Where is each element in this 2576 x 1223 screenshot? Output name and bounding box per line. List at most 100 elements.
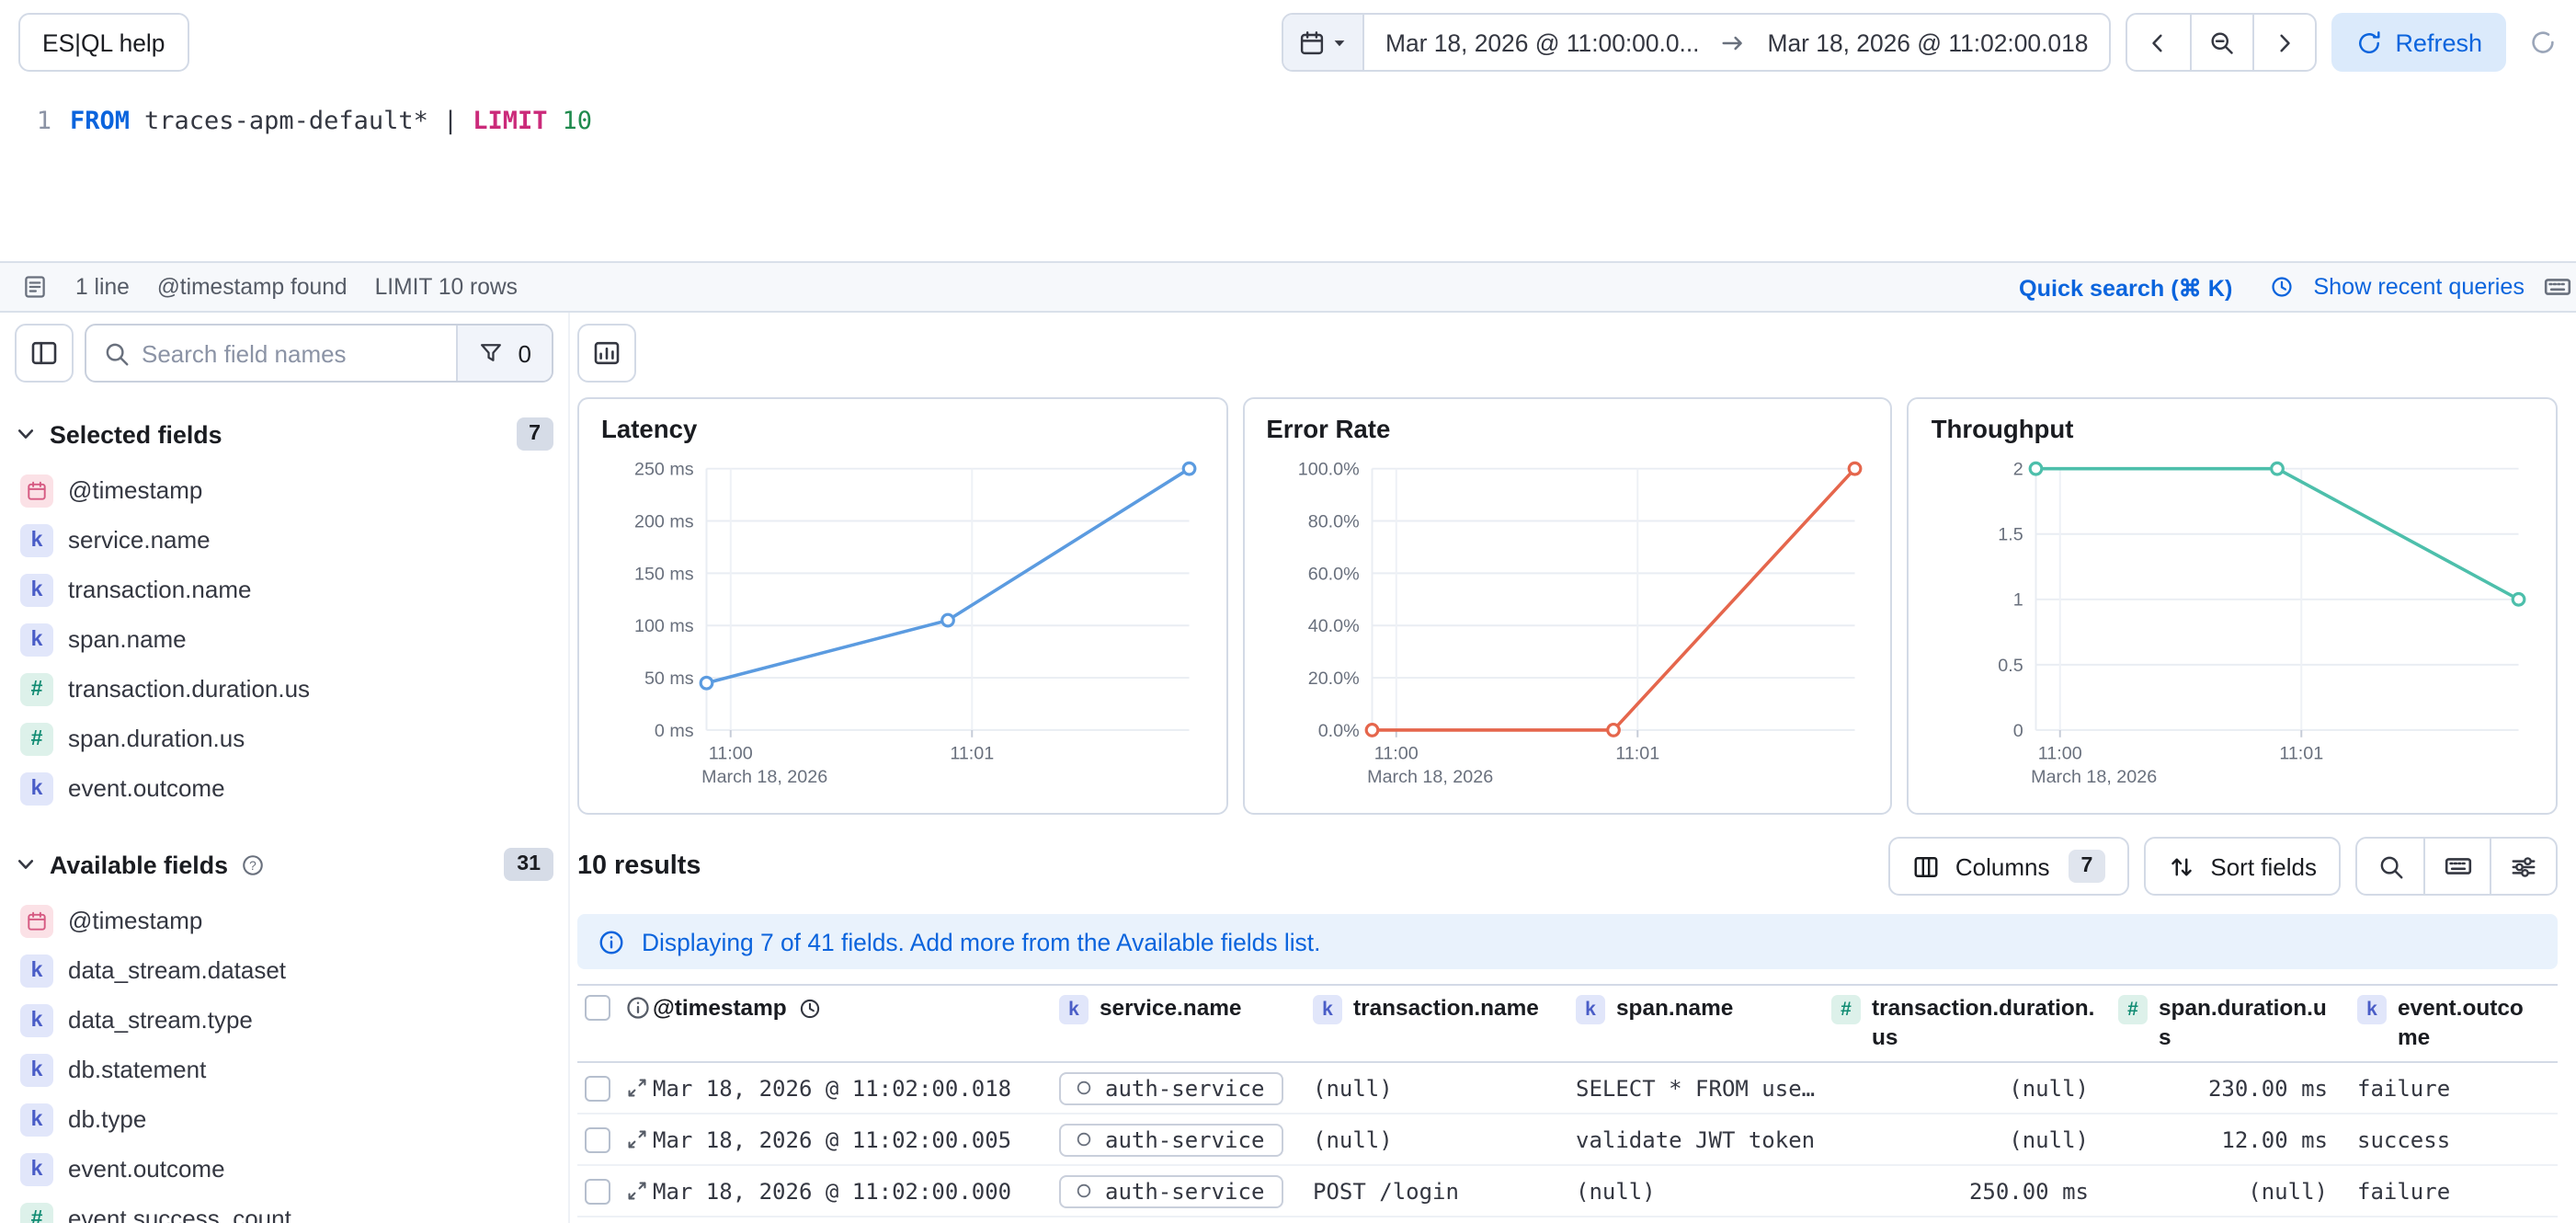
field-item[interactable]: @timestamp bbox=[15, 465, 553, 515]
esql-query-editor[interactable]: 1 FROM traces-apm-default* | LIMIT 10 bbox=[0, 85, 2576, 261]
cell-timestamp[interactable]: Mar 18, 2026 @ 11:02:00.018 bbox=[653, 1075, 1059, 1101]
available-fields-header[interactable]: Available fields ? 31 bbox=[15, 840, 553, 888]
cell-service-name[interactable]: auth-service bbox=[1059, 1123, 1313, 1156]
help-question-icon[interactable]: ? bbox=[241, 852, 265, 876]
row-checkbox[interactable] bbox=[585, 1178, 610, 1204]
cell-event-outcome[interactable]: success bbox=[2357, 1126, 2558, 1152]
field-item[interactable]: kevent.outcome bbox=[15, 1144, 553, 1194]
date-picker-calendar-button[interactable] bbox=[1284, 15, 1365, 70]
keyboard-shortcuts-icon[interactable] bbox=[2543, 272, 2572, 302]
column-header-timestamp[interactable]: @timestamp bbox=[653, 996, 1059, 1025]
field-item[interactable]: #transaction.duration.us bbox=[15, 664, 553, 714]
row-checkbox[interactable] bbox=[585, 1126, 610, 1152]
cell-service-name[interactable]: auth-service bbox=[1059, 1174, 1313, 1207]
cell-transaction-duration[interactable]: 250.00 ms bbox=[1831, 1178, 2118, 1204]
column-header-span-name[interactable]: kspan.name bbox=[1576, 996, 1831, 1025]
field-filter-button[interactable]: 0 bbox=[456, 326, 552, 381]
field-item[interactable]: kdb.type bbox=[15, 1094, 553, 1144]
service-name-pill[interactable]: auth-service bbox=[1059, 1071, 1282, 1104]
field-item[interactable]: @timestamp bbox=[15, 896, 553, 945]
time-zoom-out-button[interactable] bbox=[2189, 15, 2251, 70]
date-range-arrow-icon bbox=[1720, 29, 1748, 56]
calendar-icon bbox=[1299, 29, 1327, 56]
cell-span-name[interactable]: validate JWT token bbox=[1576, 1126, 1831, 1152]
column-header-transaction-name[interactable]: ktransaction.name bbox=[1313, 996, 1576, 1025]
columns-button[interactable]: Columns 7 bbox=[1889, 838, 2130, 897]
field-item[interactable]: #event.success_count bbox=[15, 1194, 553, 1223]
table-row[interactable]: Mar 18, 2026 @ 11:02:00.018auth-service (… bbox=[577, 1063, 2558, 1114]
expand-row-icon[interactable] bbox=[625, 1127, 649, 1151]
cell-span-name[interactable]: SELECT * FROM use… bbox=[1576, 1075, 1831, 1101]
time-forward-button[interactable] bbox=[2251, 15, 2314, 70]
row-checkbox[interactable] bbox=[585, 1075, 610, 1101]
field-item[interactable]: #span.duration.us bbox=[15, 714, 553, 763]
table-row[interactable]: Mar 18, 2026 @ 11:02:00.000auth-service P… bbox=[577, 1166, 2558, 1217]
field-item[interactable]: ktransaction.name bbox=[15, 565, 553, 614]
selected-fields-title: Selected fields bbox=[50, 420, 222, 448]
sort-fields-button[interactable]: Sort fields bbox=[2144, 838, 2341, 897]
refresh-label: Refresh bbox=[2395, 29, 2482, 56]
svg-text:March 18, 2026: March 18, 2026 bbox=[701, 767, 827, 787]
quick-search-link[interactable]: Quick search (⌘ K) bbox=[2019, 273, 2232, 301]
expand-row-icon[interactable] bbox=[625, 1179, 649, 1203]
cell-transaction-name[interactable]: (null) bbox=[1313, 1126, 1576, 1152]
start-date-button[interactable]: Mar 18, 2026 @ 11:00:00.0... bbox=[1365, 15, 1720, 70]
toggle-chart-button[interactable] bbox=[577, 324, 636, 383]
cell-span-duration[interactable]: 230.00 ms bbox=[2118, 1075, 2357, 1101]
cell-transaction-name[interactable]: POST /login bbox=[1313, 1178, 1576, 1204]
query-limit-value: 10 bbox=[562, 107, 592, 136]
field-item[interactable]: kdata_stream.dataset bbox=[15, 945, 553, 995]
column-header-event-outcome[interactable]: kevent.outcome bbox=[2357, 996, 2558, 1054]
service-name-pill[interactable]: auth-service bbox=[1059, 1174, 1282, 1207]
cell-transaction-duration[interactable]: (null) bbox=[1831, 1075, 2118, 1101]
field-item[interactable]: kdb.statement bbox=[15, 1045, 553, 1094]
cell-timestamp[interactable]: Mar 18, 2026 @ 11:02:00.005 bbox=[653, 1126, 1059, 1152]
editor-footer-right: Quick search (⌘ K) Show recent queries bbox=[2019, 272, 2554, 302]
column-header-span-duration-us[interactable]: #span.duration.us bbox=[2118, 996, 2357, 1054]
search-in-table-button[interactable] bbox=[2357, 840, 2423, 895]
svg-text:50 ms: 50 ms bbox=[644, 669, 694, 689]
field-search-input[interactable] bbox=[142, 339, 456, 367]
cell-transaction-duration[interactable]: (null) bbox=[1831, 1126, 2118, 1152]
table-row[interactable]: Mar 18, 2026 @ 11:02:00.005auth-service (… bbox=[577, 1114, 2558, 1166]
cell-event-outcome[interactable]: failure bbox=[2357, 1075, 2558, 1101]
latency-chart[interactable]: 0 ms50 ms100 ms150 ms200 ms250 ms11:00Ma… bbox=[601, 447, 1203, 803]
field-name: @timestamp bbox=[68, 476, 202, 504]
cell-span-duration[interactable]: 12.00 ms bbox=[2118, 1126, 2357, 1152]
main-content: Latency 0 ms50 ms100 ms150 ms200 ms250 m… bbox=[570, 313, 2576, 1223]
cell-transaction-name[interactable]: (null) bbox=[1313, 1075, 1576, 1101]
field-name: transaction.name bbox=[68, 576, 251, 603]
cell-service-name[interactable]: auth-service bbox=[1059, 1071, 1313, 1104]
cell-span-name[interactable]: (null) bbox=[1576, 1178, 1831, 1204]
esql-help-button[interactable]: ES|QL help bbox=[18, 13, 188, 72]
field-item[interactable]: kspan.name bbox=[15, 614, 553, 664]
editor-feedback-icon[interactable] bbox=[22, 274, 48, 300]
collapse-fields-sidebar-button[interactable] bbox=[15, 324, 74, 383]
header-info-icon[interactable] bbox=[625, 996, 651, 1022]
error-rate-chart[interactable]: 0.0%20.0%40.0%60.0%80.0%100.0%11:00March… bbox=[1266, 447, 1868, 803]
display-options-button[interactable] bbox=[2490, 840, 2556, 895]
expand-row-icon[interactable] bbox=[625, 1076, 649, 1100]
keyboard-shortcuts-button[interactable] bbox=[2423, 840, 2490, 895]
sort-icon bbox=[2168, 853, 2195, 881]
throughput-chart-title: Throughput bbox=[1932, 416, 2534, 443]
refresh-button[interactable]: Refresh bbox=[2331, 13, 2506, 72]
time-back-button[interactable] bbox=[2126, 15, 2189, 70]
column-header-transaction-duration-us[interactable]: #transaction.duration.us bbox=[1831, 996, 2118, 1054]
svg-text:60.0%: 60.0% bbox=[1307, 564, 1359, 584]
end-date-button[interactable]: Mar 18, 2026 @ 11:02:00.018 bbox=[1748, 15, 2109, 70]
field-item[interactable]: kevent.outcome bbox=[15, 763, 553, 813]
select-all-checkbox[interactable] bbox=[585, 996, 610, 1022]
field-item[interactable]: kservice.name bbox=[15, 515, 553, 565]
throughput-chart[interactable]: 00.511.5211:00March 18, 202611:01 bbox=[1932, 447, 2534, 803]
service-name-pill[interactable]: auth-service bbox=[1059, 1123, 1282, 1156]
show-recent-queries-link[interactable]: Show recent queries bbox=[2313, 274, 2525, 300]
cell-event-outcome[interactable]: failure bbox=[2357, 1178, 2558, 1204]
cell-span-duration[interactable]: (null) bbox=[2118, 1178, 2357, 1204]
clock-icon bbox=[798, 998, 822, 1022]
cell-timestamp[interactable]: Mar 18, 2026 @ 11:02:00.000 bbox=[653, 1178, 1059, 1204]
svg-text:1: 1 bbox=[2013, 590, 2023, 611]
selected-fields-header[interactable]: Selected fields 7 bbox=[15, 410, 553, 458]
column-header-service-name[interactable]: kservice.name bbox=[1059, 996, 1313, 1025]
field-item[interactable]: kdata_stream.type bbox=[15, 995, 553, 1045]
